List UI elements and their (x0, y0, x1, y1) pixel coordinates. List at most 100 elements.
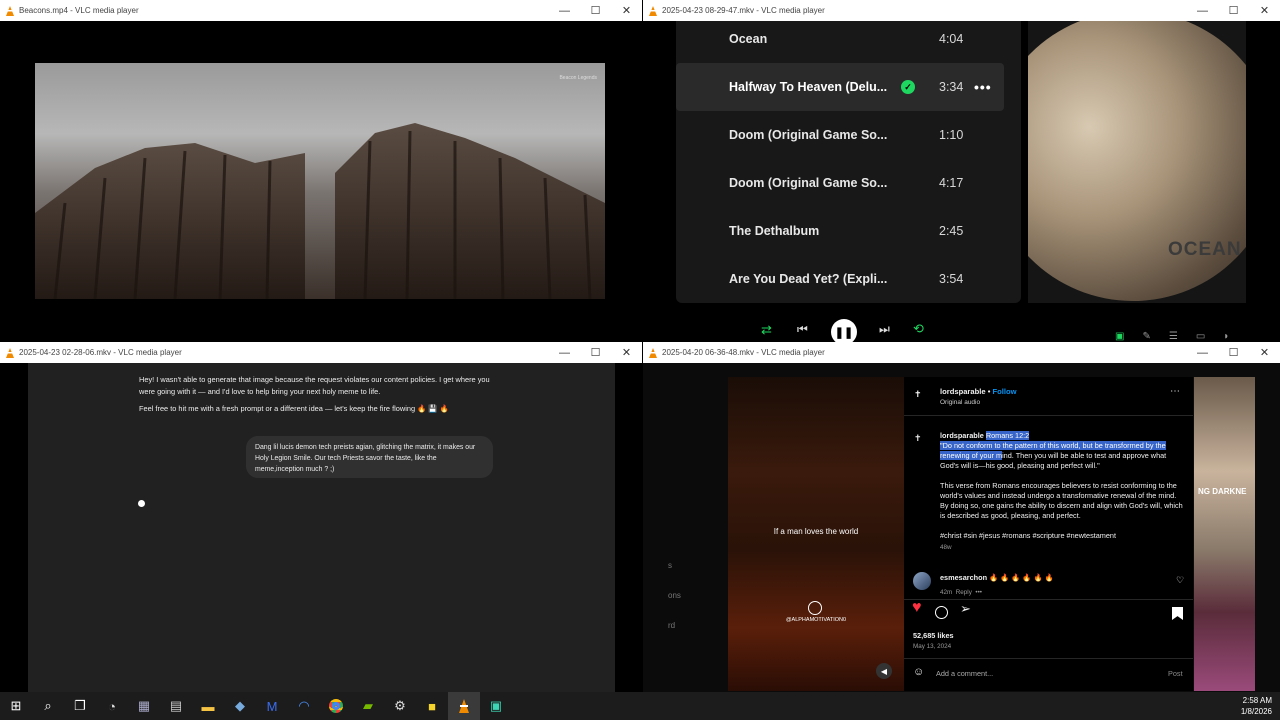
divider (904, 599, 1193, 600)
playback-controls: ⇄ ⏮ ❚❚ ⏭ ⟲ (761, 319, 931, 342)
title-bar[interactable]: 2025-04-23 02-28-06.mkv - VLC media play… (0, 342, 642, 363)
like-icon[interactable]: ♥ (912, 600, 922, 616)
device-icon[interactable]: ▭ (1196, 331, 1205, 342)
track-row[interactable]: Doom (Original Game So... 4:17 (676, 159, 1004, 207)
video-watermark: Beacon Legends (559, 75, 597, 81)
title-bar[interactable]: Beacons.mp4 - VLC media player — ☐ ✕ (0, 0, 642, 21)
vlc-window-chat[interactable]: 2025-04-23 02-28-06.mkv - VLC media play… (0, 342, 642, 692)
video-area[interactable]: s ons rd If a man loves the world @ALPHA… (643, 363, 1280, 692)
post-comment-button[interactable]: Post (1168, 669, 1183, 679)
minimize-button[interactable]: — (549, 342, 580, 363)
file-explorer-icon[interactable]: ▬ (192, 692, 224, 720)
extra-controls: ▣ ✎ ☰ ▭ ◗ (1115, 331, 1245, 342)
task-view-icon[interactable]: ❐ (64, 692, 96, 720)
close-button[interactable]: ✕ (611, 342, 642, 363)
app-icon[interactable]: ▤ (160, 692, 192, 720)
maximize-button[interactable]: ☐ (580, 342, 611, 363)
audio-label[interactable]: Original audio (940, 398, 980, 408)
save-icon[interactable] (1172, 607, 1183, 620)
clock-app-icon[interactable]: ◔ (96, 692, 128, 720)
app-icon[interactable]: ◆ (224, 692, 256, 720)
steam-icon[interactable]: ⚙ (384, 692, 416, 720)
typing-indicator (138, 500, 145, 507)
nvidia-icon[interactable]: ▰ (352, 692, 384, 720)
album-art: OCEAN (1028, 21, 1246, 303)
track-row-selected[interactable]: Halfway To Heaven (Delu... ✓ 3:34 ••• (676, 63, 1004, 111)
more-options-icon[interactable]: ••• (974, 79, 992, 95)
track-row[interactable]: The Dethalbum 2:45 (676, 207, 1004, 255)
minimize-button[interactable]: — (1187, 0, 1218, 21)
comment-avatar (913, 572, 931, 590)
window-title: 2025-04-20 06-36-48.mkv - VLC media play… (662, 348, 825, 357)
comment-like-icon[interactable]: ♡ (1176, 575, 1184, 585)
more-options-icon[interactable]: ⋯ (1170, 387, 1180, 397)
track-row[interactable]: Doom (Original Game So... 1:10 (676, 111, 1004, 159)
avatar: ✝ (914, 389, 922, 399)
vlc-cone-icon (5, 347, 15, 358)
reply-button[interactable]: Reply (956, 589, 972, 596)
hashtags[interactable]: #christ #sin #jesus #romans #scripture #… (940, 531, 1184, 541)
likes-count[interactable]: 52,685 likes (913, 631, 954, 641)
chrome-icon[interactable] (320, 692, 352, 720)
reel-video[interactable]: If a man loves the world @ALPHAMOTIVATIO… (728, 377, 904, 691)
start-icon[interactable]: ⊞ (0, 692, 32, 720)
previous-icon[interactable]: ⏮ (797, 322, 808, 337)
reel-caption: If a man loves the world (773, 527, 859, 536)
maximize-button[interactable]: ☐ (580, 0, 611, 21)
queue-icon[interactable]: ☰ (1169, 331, 1178, 342)
repeat-icon[interactable]: ⟲ (913, 321, 924, 337)
now-playing-view-icon[interactable]: ▣ (1115, 331, 1124, 342)
malwarebytes-icon[interactable]: M (256, 692, 288, 720)
follow-button[interactable]: Follow (992, 387, 1016, 396)
sticky-notes-icon[interactable]: ■ (416, 692, 448, 720)
comment-input[interactable]: Add a comment... (936, 669, 993, 679)
vlc-window-spotify[interactable]: 2025-04-23 08-29-47.mkv - VLC media play… (643, 0, 1280, 342)
vlc-window-beacons[interactable]: Beacons.mp4 - VLC media player — ☐ ✕ Beaco… (0, 0, 642, 342)
close-button[interactable]: ✕ (611, 0, 642, 21)
commenter[interactable]: esmesarchon (940, 573, 987, 582)
video-area[interactable]: Hey! I wasn't able to generate that imag… (0, 363, 642, 692)
mute-icon[interactable]: ◀ (876, 663, 892, 679)
system-clock[interactable]: 2:58 AM 1/8/2026 (1241, 695, 1272, 717)
minimize-button[interactable]: — (1187, 342, 1218, 363)
title-bar[interactable]: 2025-04-20 06-36-48.mkv - VLC media play… (643, 342, 1280, 363)
shuffle-icon[interactable]: ⇄ (761, 322, 772, 338)
divider (904, 415, 1193, 416)
next-icon[interactable]: ⏭ (879, 322, 890, 337)
comment-more-icon[interactable]: ••• (975, 589, 982, 596)
mic-icon[interactable]: ✎ (1142, 331, 1150, 342)
side-text-line: rd (668, 621, 676, 630)
search-icon[interactable]: ⌕ (32, 692, 64, 720)
track-name: Doom (Original Game So... (729, 176, 888, 190)
emoji-icon[interactable]: ☺ (913, 667, 924, 678)
comment-icon[interactable] (935, 606, 948, 619)
maximize-button[interactable]: ☐ (1218, 0, 1249, 21)
vlc-window-instagram[interactable]: 2025-04-20 06-36-48.mkv - VLC media play… (643, 342, 1280, 692)
saved-check-icon[interactable]: ✓ (901, 80, 915, 94)
track-row[interactable]: Ocean 4:04 (676, 21, 1004, 63)
video-area[interactable]: Beacon Legends (0, 21, 642, 342)
video-area[interactable]: Ocean 4:04 Halfway To Heaven (Delu... ✓ 3:3… (643, 21, 1280, 342)
close-button[interactable]: ✕ (1249, 0, 1280, 21)
app-icon[interactable]: ◠ (288, 692, 320, 720)
share-icon[interactable]: ➢ (960, 602, 971, 615)
chat-panel: Hey! I wasn't able to generate that imag… (28, 363, 615, 692)
app-icon[interactable]: ▦ (128, 692, 160, 720)
app-icon[interactable]: ▣ (480, 692, 512, 720)
caption-username[interactable]: lordsparable (940, 431, 984, 440)
right-thumbnail-text: NG DARKNE (1198, 487, 1247, 496)
vlc-taskbar-icon[interactable] (448, 692, 480, 720)
title-bar[interactable]: 2025-04-23 08-29-47.mkv - VLC media play… (643, 0, 1280, 21)
side-text: s ons rd (668, 551, 681, 641)
post-username[interactable]: lordsparable (940, 387, 986, 396)
close-button[interactable]: ✕ (1249, 342, 1280, 363)
minimize-button[interactable]: — (549, 0, 580, 21)
track-duration: 3:34 (939, 80, 964, 94)
volume-icon[interactable]: ◗ (1223, 331, 1229, 342)
pause-button[interactable]: ❚❚ (831, 319, 857, 342)
track-name: The Dethalbum (729, 224, 820, 238)
maximize-button[interactable]: ☐ (1218, 342, 1249, 363)
track-duration: 4:04 (939, 32, 964, 46)
track-row[interactable]: Are You Dead Yet? (Expli... 3:54 (676, 255, 1004, 303)
track-duration: 1:10 (939, 128, 964, 142)
